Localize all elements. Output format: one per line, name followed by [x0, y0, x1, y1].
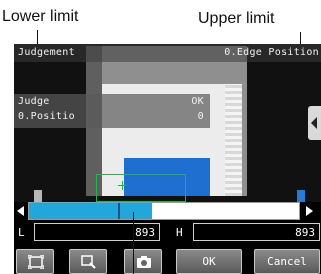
ok-button-label: OK	[202, 255, 216, 268]
threshold-slider[interactable]	[28, 202, 300, 220]
fit-window-button[interactable]	[16, 249, 54, 274]
judge-label: Judge	[18, 96, 50, 107]
arrow-right-icon	[306, 206, 313, 216]
judge-value: OK	[191, 96, 204, 107]
lower-limit-handle[interactable]	[34, 190, 42, 202]
capture-image-button[interactable]	[124, 249, 162, 274]
zoom-button[interactable]	[69, 249, 107, 274]
position-value: 0	[197, 111, 204, 122]
chevron-left-icon	[311, 117, 317, 129]
position-label: 0.Positio	[18, 111, 75, 122]
screen-title: Judgement	[18, 47, 75, 58]
marker-leader	[133, 212, 134, 274]
lower-limit-value: 893	[135, 226, 155, 239]
sensor-screen: Judgement 0.Edge Position Judge OK 0.Pos…	[14, 44, 321, 274]
side-panel-tab[interactable]	[308, 106, 321, 140]
fit-window-icon	[28, 255, 44, 269]
measurement-region[interactable]	[96, 174, 186, 202]
lower-limit-label: L	[18, 226, 25, 239]
upper-limit-value: 893	[295, 226, 315, 239]
camera-image-stripes	[225, 84, 242, 196]
result-panel: Judge OK 0.Positio 0	[14, 94, 210, 128]
cancel-button[interactable]: Cancel	[254, 249, 320, 274]
slider-decrement-button[interactable]	[14, 202, 28, 220]
cancel-button-label: Cancel	[267, 255, 307, 268]
region-center-mark-vertical	[122, 181, 123, 190]
arrow-left-icon	[17, 206, 24, 216]
current-value-marker	[118, 203, 121, 219]
lower-limit-field[interactable]: 893	[34, 223, 160, 241]
inspection-item-name: 0.Edge Position	[224, 47, 319, 58]
lower-limit-callout: Lower limit	[2, 8, 79, 25]
zoom-icon	[81, 255, 96, 269]
ok-button[interactable]: OK	[176, 249, 242, 274]
upper-limit-handle[interactable]	[297, 190, 305, 202]
upper-limit-callout: Upper limit	[198, 10, 275, 27]
upper-limit-field[interactable]: 893	[193, 223, 320, 241]
upper-limit-label: H	[176, 226, 183, 239]
title-bar: Judgement 0.Edge Position	[14, 44, 321, 62]
camera-icon	[137, 256, 151, 268]
slider-increment-button[interactable]	[302, 202, 316, 220]
